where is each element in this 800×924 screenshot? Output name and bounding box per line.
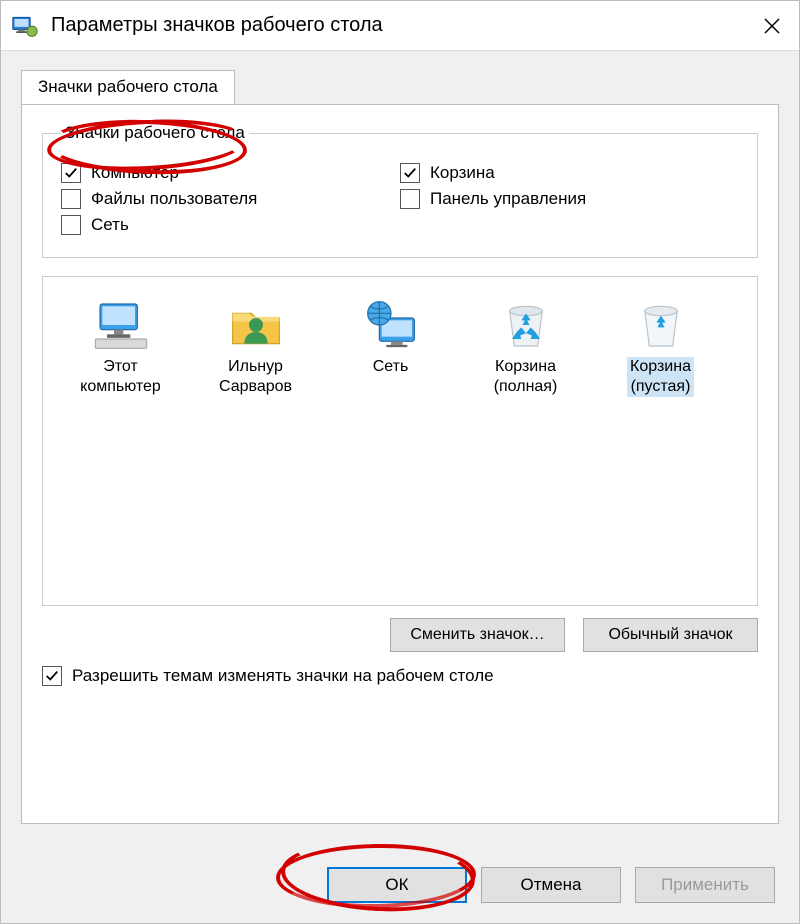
icon-item-recycle-empty[interactable]: Корзина (пустая) — [593, 297, 728, 397]
apply-button[interactable]: Применить — [635, 867, 775, 903]
icon-grid: Этот компьютер Ильнур Сарваров — [53, 291, 747, 407]
icon-item-network[interactable]: Сеть — [323, 297, 458, 397]
icon-caption: Корзина (пустая) — [627, 357, 694, 397]
recycle-empty-icon — [633, 297, 689, 353]
checkbox-label: Сеть — [91, 215, 129, 235]
titlebar: Параметры значков рабочего стола — [1, 1, 799, 51]
change-icon-button[interactable]: Сменить значок… — [390, 618, 565, 652]
recycle-full-icon — [498, 297, 554, 353]
icon-preview-frame: Этот компьютер Ильнур Сарваров — [42, 276, 758, 606]
icon-item-recycle-full[interactable]: Корзина (полная) — [458, 297, 593, 397]
checkbox-icon — [61, 189, 81, 209]
icon-caption: Ильнур Сарваров — [219, 357, 292, 397]
checkbox-label: Корзина — [430, 163, 495, 183]
tab-strip: Значки рабочего стола — [21, 69, 779, 104]
ok-button[interactable]: ОК — [327, 867, 467, 903]
checkbox-recycle-bin[interactable]: Корзина — [400, 163, 739, 183]
icon-item-user-folder[interactable]: Ильнур Сарваров — [188, 297, 323, 397]
window-title: Параметры значков рабочего стола — [51, 14, 744, 37]
checkbox-network[interactable]: Сеть — [61, 215, 400, 235]
checkbox-control-panel[interactable]: Панель управления — [400, 189, 739, 209]
computer-icon — [93, 297, 149, 353]
checkbox-label: Панель управления — [430, 189, 586, 209]
dialog-button-row: ОК Отмена Применить — [327, 867, 775, 903]
close-icon — [763, 17, 781, 35]
icon-caption: Этот компьютер — [80, 357, 161, 397]
group-legend: Значки рабочего стола — [61, 123, 249, 143]
checkbox-allow-themes[interactable]: Разрешить темам изменять значки на рабоч… — [42, 666, 758, 686]
desktop-icons-group: Значки рабочего стола Компьютер Файлы по… — [42, 123, 758, 258]
checkbox-label: Компьютер — [91, 163, 179, 183]
checkbox-userfiles[interactable]: Файлы пользователя — [61, 189, 400, 209]
client-area: Значки рабочего стола Значки рабочего ст… — [1, 51, 799, 824]
close-button[interactable] — [744, 1, 799, 51]
checkbox-computer[interactable]: Компьютер — [61, 163, 400, 183]
icon-caption: Сеть — [373, 357, 409, 377]
icon-buttons-row: Сменить значок… Обычный значок — [42, 618, 758, 652]
default-icon-button[interactable]: Обычный значок — [583, 618, 758, 652]
dialog-window: Параметры значков рабочего стола Значки … — [0, 0, 800, 924]
tab-desktop-icons[interactable]: Значки рабочего стола — [21, 70, 235, 105]
checkbox-label: Разрешить темам изменять значки на рабоч… — [72, 666, 494, 686]
checkbox-icon — [61, 163, 81, 183]
desktop-settings-icon — [11, 12, 39, 40]
checkbox-icon — [42, 666, 62, 686]
network-icon — [363, 297, 419, 353]
checkbox-label: Файлы пользователя — [91, 189, 257, 209]
userfolder-icon — [228, 297, 284, 353]
icon-caption: Корзина (полная) — [494, 357, 558, 397]
cancel-button[interactable]: Отмена — [481, 867, 621, 903]
icon-item-this-pc[interactable]: Этот компьютер — [53, 297, 188, 397]
checkbox-icon — [61, 215, 81, 235]
checkbox-icon — [400, 163, 420, 183]
checkbox-icon — [400, 189, 420, 209]
tab-panel: Значки рабочего стола Компьютер Файлы по… — [21, 104, 779, 824]
